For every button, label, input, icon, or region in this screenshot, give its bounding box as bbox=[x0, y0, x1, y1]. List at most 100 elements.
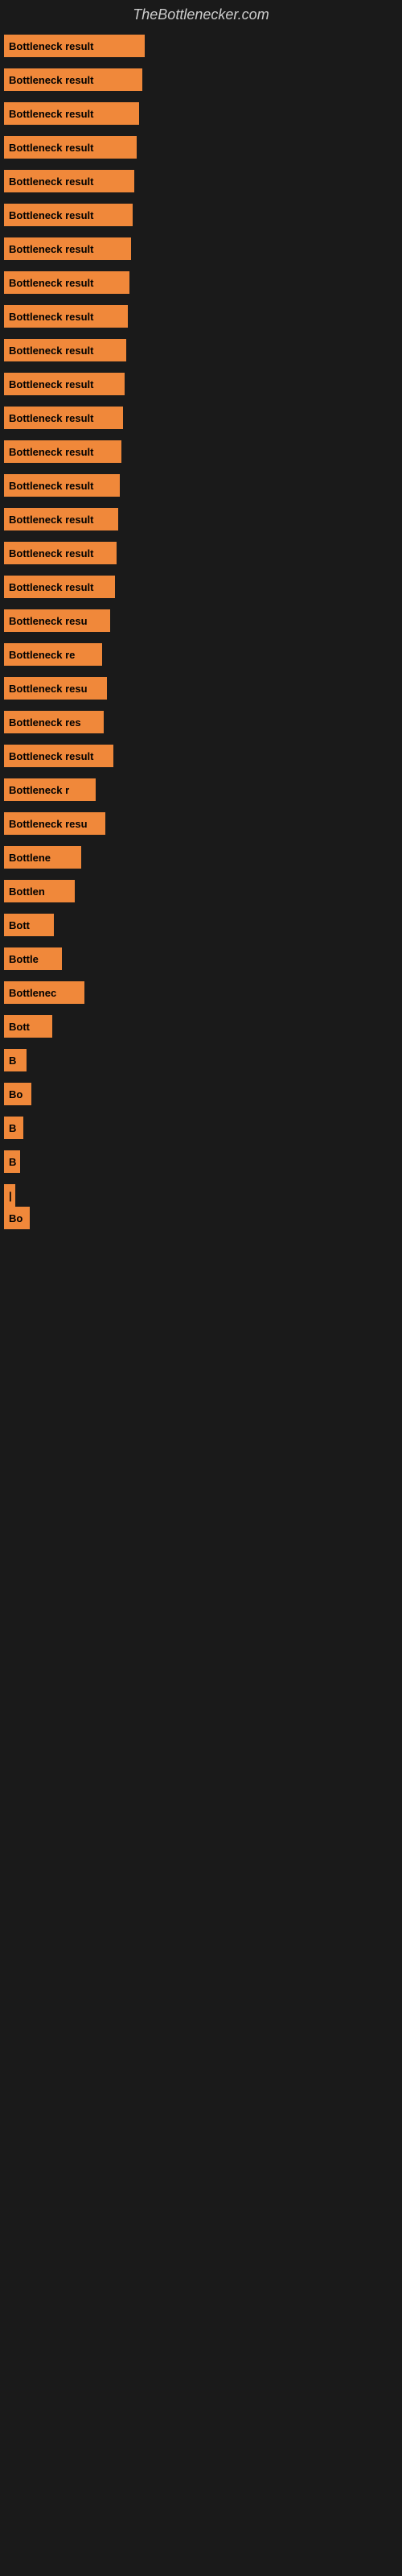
bottleneck-bar: Bottleneck result bbox=[4, 102, 139, 125]
bar-label: Bottleneck result bbox=[9, 480, 93, 492]
bar-item: Bottleneck re bbox=[4, 643, 402, 666]
bottleneck-bar: Bottleneck result bbox=[4, 237, 131, 260]
bar-item: Bottleneck result bbox=[4, 35, 402, 57]
bar-label: Bottleneck result bbox=[9, 175, 93, 188]
bar-item: Bottleneck resu bbox=[4, 609, 402, 632]
bottleneck-bar: Bo bbox=[4, 1083, 31, 1105]
bar-label: | bbox=[9, 1190, 12, 1202]
bar-item: Bottleneck result bbox=[4, 474, 402, 497]
bar-item: B bbox=[4, 1150, 402, 1173]
bar-item: Bottleneck resu bbox=[4, 677, 402, 700]
bars-container: Bottleneck result Bottleneck result Bottle… bbox=[0, 27, 402, 1237]
bottleneck-bar: Bottleneck result bbox=[4, 745, 113, 767]
bar-label: Bottleneck result bbox=[9, 345, 93, 357]
site-title: TheBottlenecker.com bbox=[0, 0, 402, 27]
bar-item: Bottleneck result bbox=[4, 237, 402, 260]
bar-label: Bottle bbox=[9, 953, 39, 965]
bar-label: Bottleneck resu bbox=[9, 818, 88, 830]
bar-label: Bottleneck result bbox=[9, 446, 93, 458]
bar-item: Bottleneck result bbox=[4, 542, 402, 564]
bar-item: Bottleneck result bbox=[4, 407, 402, 429]
bar-label: Bottleneck resu bbox=[9, 615, 88, 627]
bar-label: Bottleneck result bbox=[9, 547, 93, 559]
bar-label: Bottleneck result bbox=[9, 209, 93, 221]
bar-item: Bottleneck result bbox=[4, 339, 402, 361]
bottleneck-bar: B bbox=[4, 1150, 20, 1173]
bottleneck-bar: Bottleneck result bbox=[4, 542, 117, 564]
bar-label: Bottleneck result bbox=[9, 514, 93, 526]
bottleneck-bar: Bo bbox=[4, 1207, 30, 1229]
bottleneck-bar: Bottlene bbox=[4, 846, 81, 869]
bar-label: Bottlen bbox=[9, 886, 45, 898]
bottleneck-bar: Bottleneck result bbox=[4, 35, 145, 57]
bottleneck-bar: Bottleneck r bbox=[4, 778, 96, 801]
bottleneck-bar: Bottlen bbox=[4, 880, 75, 902]
bar-item: Bottleneck result bbox=[4, 508, 402, 530]
bar-label: B bbox=[9, 1122, 16, 1134]
bar-label: Bo bbox=[9, 1212, 23, 1224]
bar-item: Bottle bbox=[4, 947, 402, 970]
bottleneck-bar: Bottleneck result bbox=[4, 339, 126, 361]
bottleneck-bar: Bott bbox=[4, 914, 54, 936]
bar-item: Bottleneck result bbox=[4, 68, 402, 91]
bar-label: Bottleneck resu bbox=[9, 683, 88, 695]
bar-item: Bottleneck res bbox=[4, 711, 402, 733]
bottleneck-bar: Bottleneck result bbox=[4, 407, 123, 429]
bottleneck-bar: Bottleneck result bbox=[4, 305, 128, 328]
bar-item: Bottleneck r bbox=[4, 778, 402, 801]
bar-label: Bottleneck result bbox=[9, 311, 93, 323]
bottleneck-bar: Bottleneck result bbox=[4, 136, 137, 159]
bottleneck-bar: Bottleneck result bbox=[4, 170, 134, 192]
bar-label: Bottlene bbox=[9, 852, 51, 864]
bar-label: Bottleneck result bbox=[9, 581, 93, 593]
bar-item: B bbox=[4, 1117, 402, 1139]
bottleneck-bar: Bottlenec bbox=[4, 981, 84, 1004]
bar-label: Bottleneck result bbox=[9, 243, 93, 255]
bar-label: Bottleneck result bbox=[9, 108, 93, 120]
bar-label: Bottleneck result bbox=[9, 378, 93, 390]
bar-item: Bottlenec bbox=[4, 981, 402, 1004]
bar-item: Bottlene bbox=[4, 846, 402, 869]
bar-item: Bo bbox=[4, 1207, 402, 1229]
bottleneck-bar: Bottleneck resu bbox=[4, 609, 110, 632]
bar-label: Bottleneck re bbox=[9, 649, 75, 661]
bar-item: Bottleneck result bbox=[4, 745, 402, 767]
bar-label: Bottleneck result bbox=[9, 74, 93, 86]
bar-item: Bott bbox=[4, 1015, 402, 1038]
bottleneck-bar: Bottleneck result bbox=[4, 474, 120, 497]
bottleneck-bar: Bottleneck resu bbox=[4, 677, 107, 700]
bar-label: Bo bbox=[9, 1088, 23, 1100]
bar-label: Bottleneck r bbox=[9, 784, 69, 796]
bottleneck-bar: Bottleneck result bbox=[4, 373, 125, 395]
bar-item: Bott bbox=[4, 914, 402, 936]
bar-item: Bottleneck result bbox=[4, 136, 402, 159]
bottleneck-bar: Bottleneck result bbox=[4, 576, 115, 598]
bar-label: Bott bbox=[9, 1021, 30, 1033]
bottleneck-bar: Bottleneck resu bbox=[4, 812, 105, 835]
bar-item: Bottleneck result bbox=[4, 576, 402, 598]
bottleneck-bar: Bottleneck result bbox=[4, 204, 133, 226]
bar-label: Bottleneck result bbox=[9, 142, 93, 154]
bottleneck-bar: B bbox=[4, 1117, 23, 1139]
bar-item: Bottleneck result bbox=[4, 170, 402, 192]
bottleneck-bar: Bottleneck re bbox=[4, 643, 102, 666]
bottleneck-bar: Bottleneck result bbox=[4, 440, 121, 463]
bar-item: Bottlen bbox=[4, 880, 402, 902]
bar-label: Bottleneck result bbox=[9, 412, 93, 424]
bar-item: Bo bbox=[4, 1083, 402, 1105]
bar-item: Bottleneck resu bbox=[4, 812, 402, 835]
bottleneck-bar: Bottleneck res bbox=[4, 711, 104, 733]
bottleneck-bar: Bott bbox=[4, 1015, 52, 1038]
bar-label: B bbox=[9, 1156, 16, 1168]
bar-item: Bottleneck result bbox=[4, 271, 402, 294]
bar-label: Bottleneck result bbox=[9, 277, 93, 289]
bar-label: Bottleneck result bbox=[9, 750, 93, 762]
bar-item: Bottleneck result bbox=[4, 305, 402, 328]
bottleneck-bar: Bottleneck result bbox=[4, 271, 129, 294]
bar-item: Bottleneck result bbox=[4, 440, 402, 463]
bar-item: Bottleneck result bbox=[4, 204, 402, 226]
bottleneck-bar: Bottle bbox=[4, 947, 62, 970]
bar-item: Bottleneck result bbox=[4, 373, 402, 395]
bar-label: B bbox=[9, 1055, 16, 1067]
bar-item: | bbox=[4, 1184, 402, 1207]
